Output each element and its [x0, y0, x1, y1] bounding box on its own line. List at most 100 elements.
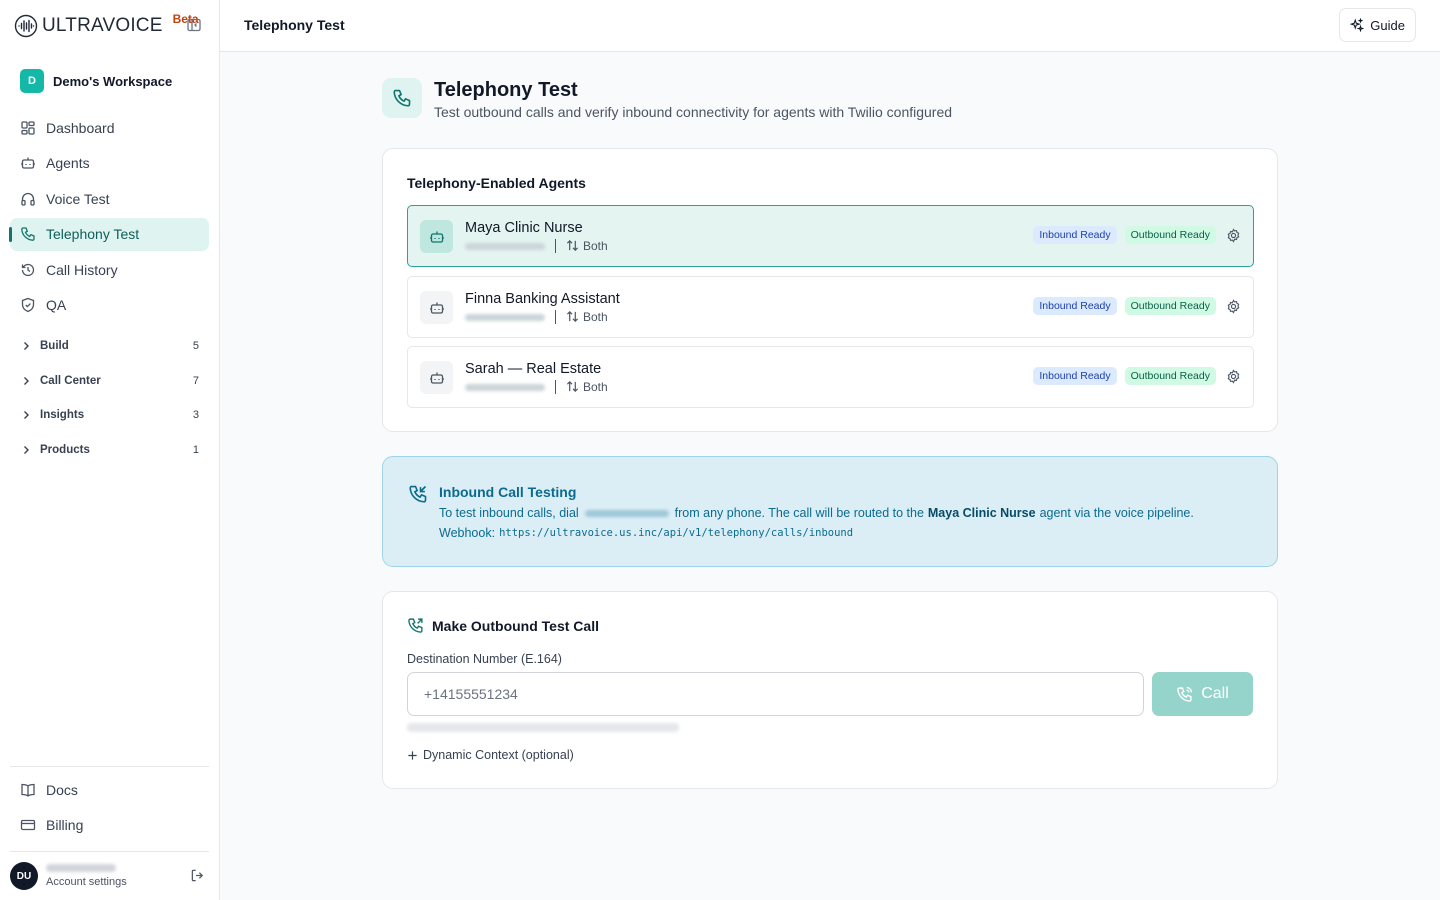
webhook-url[interactable]: https://ultravoice.us.inc/api/v1/telepho… — [499, 527, 853, 539]
outbound-status-badge: Outbound Ready — [1124, 367, 1216, 385]
call-button[interactable]: Call — [1152, 672, 1253, 716]
outbound-status-badge: Outbound Ready — [1124, 297, 1216, 315]
ultravoice-logo-icon — [14, 14, 38, 38]
arrow-up-down-icon — [566, 381, 579, 392]
sidebar-item-dashboard[interactable]: Dashboard — [10, 111, 209, 144]
page-subtitle: Test outbound calls and verify inbound c… — [434, 104, 953, 120]
arrow-up-down-icon — [566, 240, 579, 251]
sparkles-icon — [1350, 18, 1365, 32]
sidebar-item-call-history[interactable]: Call History — [10, 253, 209, 286]
account-name-redacted — [46, 863, 116, 872]
inbound-status-badge: Inbound Ready — [1033, 367, 1117, 385]
bot-icon — [429, 302, 444, 314]
phone-number-redacted — [465, 313, 545, 321]
outbound-call-card: Make Outbound Test Call Destination Numb… — [382, 591, 1278, 789]
inbound-instructions: To test inbound calls, dial from any pho… — [439, 506, 1194, 520]
agent-meta: Both — [465, 310, 608, 324]
dynamic-context-toggle[interactable]: Dynamic Context (optional) — [407, 748, 574, 762]
nav-group-label: Insights — [40, 409, 85, 421]
logout-icon[interactable] — [190, 868, 205, 883]
brand[interactable]: ULTRAVOICE Beta — [14, 12, 199, 39]
agent-avatar — [420, 361, 453, 394]
sidebar-item-agents[interactable]: Agents — [10, 147, 209, 180]
direction-label: Both — [583, 239, 608, 253]
chevron-right-icon — [24, 446, 29, 454]
history-icon — [21, 263, 35, 276]
guide-button[interactable]: Guide — [1339, 8, 1416, 42]
dynamic-context-label: Dynamic Context (optional) — [423, 748, 574, 762]
chevron-right-icon — [24, 377, 29, 385]
agent-name: Finna Banking Assistant — [465, 291, 620, 307]
direction: Both — [566, 239, 608, 253]
arrow-up-down-icon — [566, 311, 579, 322]
agent-row-finna[interactable]: Finna Banking Assistant Both Inbound Rea… — [407, 276, 1254, 338]
destination-number-input[interactable] — [407, 672, 1144, 716]
phone-number-redacted — [465, 383, 545, 391]
brand-name: ULTRAVOICE — [42, 15, 163, 36]
sidebar-item-billing[interactable]: Billing — [10, 809, 209, 842]
from-agent-info-redacted — [407, 723, 679, 732]
page-icon — [382, 78, 422, 118]
avatar: DU — [10, 862, 38, 890]
sidebar-item-docs[interactable]: Docs — [10, 773, 209, 806]
sidebar-item-label: Agents — [46, 155, 90, 171]
topbar: Telephony Test Guide — [220, 0, 1440, 52]
inbound-testing-panel: Inbound Call Testing To test inbound cal… — [382, 456, 1278, 567]
agent-row-maya[interactable]: Maya Clinic Nurse Both Inbound Ready Out… — [407, 205, 1254, 267]
shield-check-icon — [21, 297, 35, 313]
nav-group-label: Call Center — [40, 375, 101, 387]
phone-incoming-icon — [409, 485, 427, 503]
sidebar-item-label: Dashboard — [46, 119, 115, 136]
book-icon — [21, 783, 35, 797]
nav-group-products[interactable]: Products 1 — [10, 435, 209, 465]
sidebar-item-qa[interactable]: QA — [10, 289, 209, 322]
nav-group-label: Build — [40, 340, 69, 352]
call-button-label: Call — [1201, 685, 1229, 702]
sidebar-item-label: Voice Test — [46, 190, 110, 207]
sidebar-collapse-icon[interactable] — [186, 17, 202, 33]
destination-label: Destination Number (E.164) — [407, 652, 562, 666]
phone-icon — [393, 89, 411, 107]
workspace-switcher[interactable]: D Demo's Workspace — [20, 69, 172, 93]
gear-icon[interactable] — [1226, 368, 1241, 384]
headphones-icon — [21, 192, 35, 206]
sidebar: ULTRAVOICE Beta D Demo's Workspace Dashb… — [0, 0, 220, 900]
nav-group-build[interactable]: Build 5 — [10, 331, 209, 361]
account-settings-label: Account settings — [46, 875, 127, 888]
nav-group-count: 5 — [192, 340, 199, 352]
chevron-right-icon — [24, 342, 29, 350]
card-title: Telephony-Enabled Agents — [407, 175, 586, 191]
inbound-text-prefix: To test inbound calls, dial — [439, 506, 579, 520]
sidebar-item-label: Telephony Test — [46, 226, 140, 242]
agent-avatar — [420, 291, 453, 324]
inbound-status-badge: Inbound Ready — [1033, 297, 1117, 315]
topbar-title: Telephony Test — [244, 17, 345, 33]
workspace-avatar: D — [20, 69, 44, 93]
phone-icon — [21, 227, 35, 241]
agent-name: Sarah — Real Estate — [465, 361, 602, 377]
account-menu[interactable]: DU Account settings — [10, 862, 209, 890]
agent-avatar — [420, 220, 453, 253]
inbound-title: Inbound Call Testing — [439, 484, 577, 500]
inbound-text-mid: from any phone. The call will be routed … — [674, 506, 924, 520]
nav-group-call-center[interactable]: Call Center 7 — [10, 366, 209, 396]
sidebar-item-voice-test[interactable]: Voice Test — [10, 182, 209, 215]
gear-icon[interactable] — [1226, 227, 1241, 243]
telephony-agents-card: Telephony-Enabled Agents Maya Clinic Nur… — [382, 148, 1278, 432]
bot-icon — [21, 157, 35, 169]
inbound-webhook: Webhook: https://ultravoice.us.inc/api/v… — [439, 526, 853, 540]
sidebar-item-telephony-test[interactable]: Telephony Test — [9, 217, 209, 251]
nav-group-insights[interactable]: Insights 3 — [10, 400, 209, 430]
gear-icon[interactable] — [1226, 298, 1241, 314]
bot-icon — [429, 231, 444, 243]
page-title: Telephony Test — [434, 79, 578, 101]
agent-row-sarah[interactable]: Sarah — Real Estate Both Inbound Ready O… — [407, 346, 1254, 408]
outbound-header: Make Outbound Test Call — [407, 617, 599, 634]
sidebar-divider — [10, 766, 209, 767]
credit-card-icon — [20, 819, 36, 831]
chevron-right-icon — [24, 411, 29, 419]
guide-label: Guide — [1370, 17, 1405, 33]
outbound-status-badge: Outbound Ready — [1124, 226, 1216, 244]
outbound-title: Make Outbound Test Call — [432, 617, 599, 634]
nav-group-count: 1 — [192, 444, 199, 456]
